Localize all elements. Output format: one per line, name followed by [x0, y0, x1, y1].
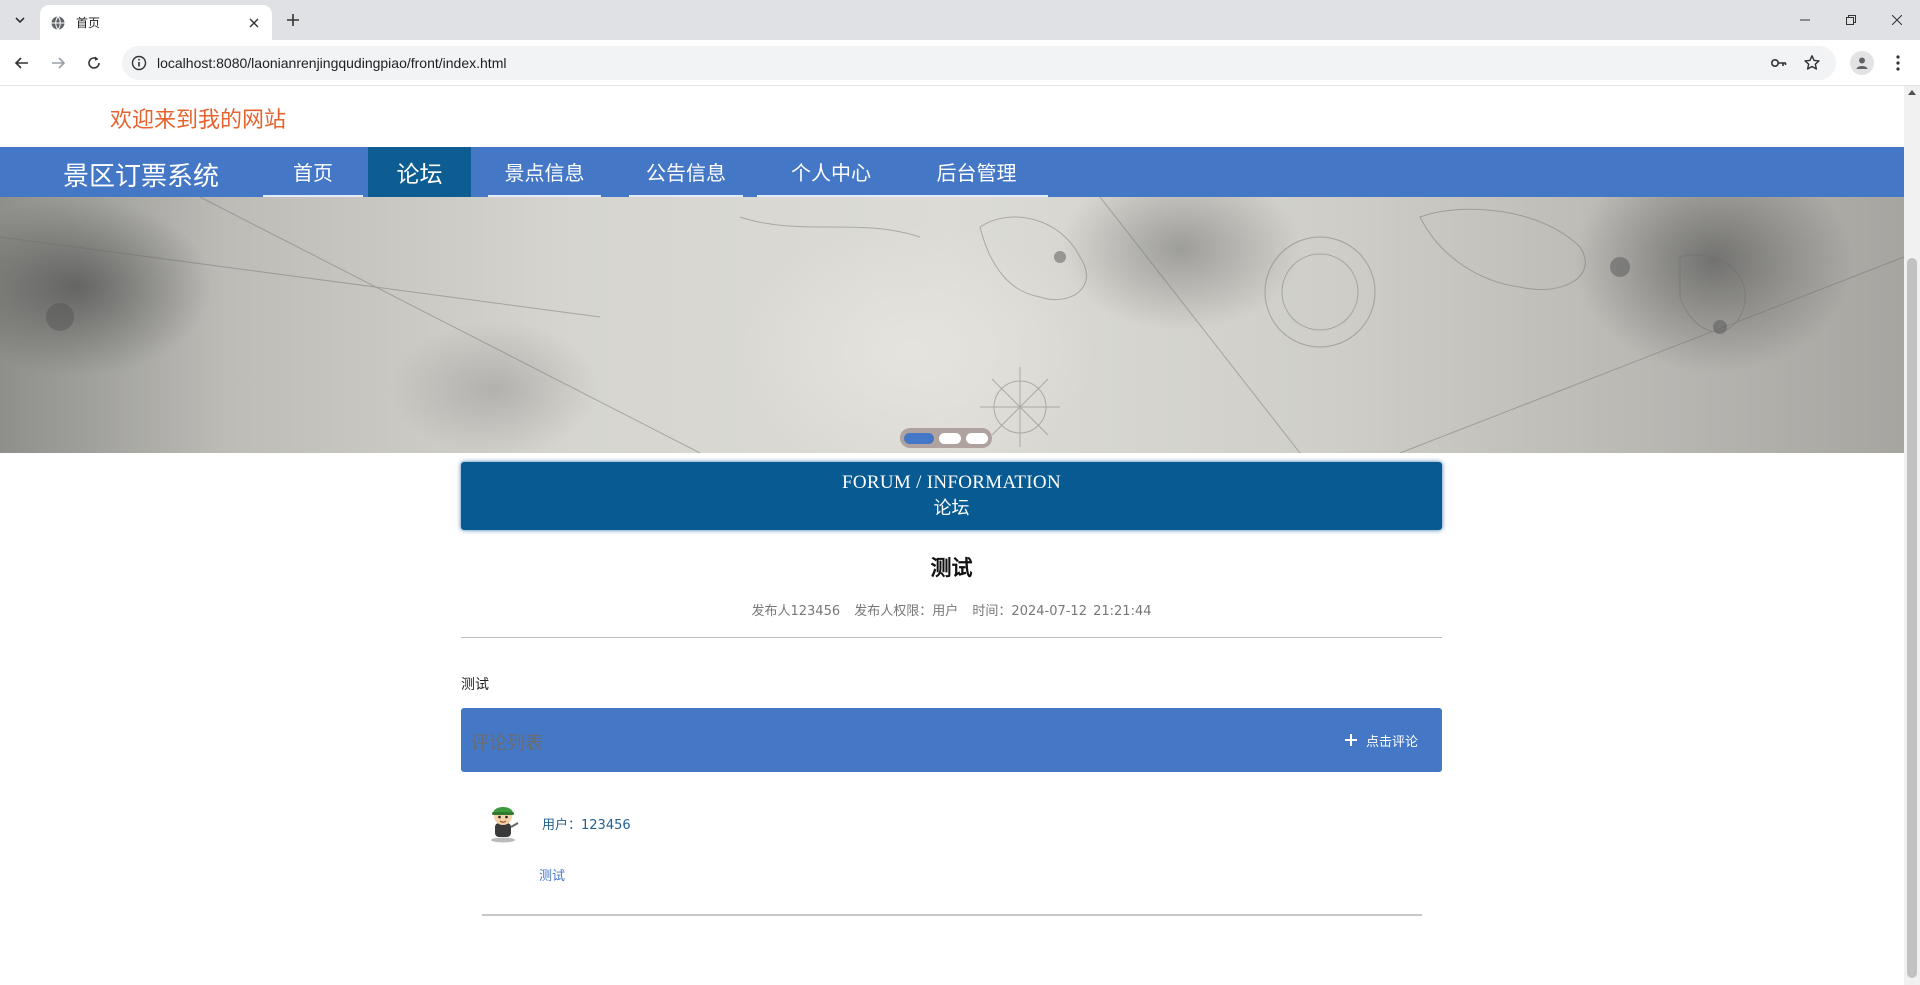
minimize-icon — [1800, 19, 1810, 21]
person-icon — [1856, 57, 1868, 69]
reload-icon — [88, 56, 100, 69]
password-key-icon[interactable] — [1770, 54, 1788, 72]
info-icon[interactable] — [131, 55, 147, 71]
nav-item-announcements[interactable]: 公告信息 — [629, 147, 743, 197]
banner-map-texture — [0, 197, 1904, 453]
post-time: 时间：2024-07-12 21:21:44 — [972, 604, 1152, 619]
section-title-zh: 论坛 — [933, 498, 970, 519]
comment-item: 用户：123456 测试 — [482, 801, 1422, 917]
carousel-banner[interactable] — [0, 197, 1904, 453]
add-comment-button[interactable]: 点击评论 — [1344, 728, 1418, 752]
nav-item-admin[interactable]: 后台管理 — [905, 147, 1048, 197]
chevron-down-icon — [15, 17, 25, 24]
post-content: 测试 — [461, 677, 489, 693]
comment-list-title: 评论列表 — [471, 733, 543, 754]
reload-button[interactable] — [82, 51, 106, 75]
comment-divider — [482, 914, 1422, 916]
browser-menu-button[interactable] — [1886, 51, 1910, 75]
tab-search-button[interactable] — [8, 8, 32, 32]
nav-item-home[interactable]: 首页 — [263, 147, 363, 197]
bookmark-star-icon[interactable] — [1803, 54, 1821, 72]
comment-list-header: 评论列表 点击评论 — [461, 708, 1442, 772]
welcome-text: 欢迎来到我的网站 — [110, 108, 287, 133]
close-tab-icon[interactable] — [246, 15, 262, 31]
profile-button[interactable] — [1850, 51, 1874, 75]
restore-button[interactable] — [1828, 0, 1874, 40]
main-navbar: 景区订票系统 首页 论坛 景点信息 公告信息 个人中心 后台管理 — [0, 147, 1904, 197]
kebab-menu-icon — [1896, 55, 1900, 71]
add-comment-label: 点击评论 — [1365, 734, 1418, 750]
post-author: 发布人123456 — [751, 604, 841, 619]
post-title: 测试 — [930, 556, 973, 580]
comment-user: 用户：123456 — [542, 818, 631, 833]
close-icon — [1892, 15, 1902, 25]
site-brand[interactable]: 景区订票系统 — [63, 156, 219, 193]
close-window-button[interactable] — [1874, 0, 1920, 40]
back-button[interactable] — [10, 51, 34, 75]
globe-icon — [50, 15, 66, 31]
nav-item-personal-center[interactable]: 个人中心 — [757, 147, 905, 197]
nav-item-forum[interactable]: 论坛 — [368, 147, 471, 197]
forward-button[interactable] — [46, 51, 70, 75]
scroll-thumb[interactable] — [1907, 258, 1917, 978]
carousel-dot-3[interactable] — [966, 432, 988, 444]
browser-tab-strip: 首页 — [0, 0, 1920, 40]
scroll-up-arrow[interactable] — [1908, 90, 1916, 95]
post-author-role: 发布人权限：用户 — [854, 604, 959, 619]
new-tab-button[interactable] — [282, 9, 304, 31]
nav-item-attractions[interactable]: 景点信息 — [488, 147, 601, 197]
carousel-dot-1[interactable] — [904, 432, 934, 444]
divider — [461, 637, 1442, 638]
arrow-right-icon — [52, 57, 66, 69]
plus-icon — [1344, 734, 1357, 746]
browser-toolbar: localhost:8080/laonianrenjingqudingpiao/… — [0, 40, 1920, 86]
minimize-button[interactable] — [1782, 0, 1828, 40]
browser-tab[interactable]: 首页 — [40, 5, 272, 40]
plus-icon — [287, 14, 299, 26]
carousel-indicators — [900, 428, 992, 448]
address-bar[interactable]: localhost:8080/laonianrenjingqudingpiao/… — [122, 46, 1836, 80]
section-title-en: FORUM / INFORMATION — [842, 472, 1061, 493]
arrow-left-icon — [14, 57, 28, 69]
carousel-dot-2[interactable] — [939, 432, 961, 444]
section-header: FORUM / INFORMATION 论坛 — [461, 462, 1442, 530]
url-text: localhost:8080/laonianrenjingqudingpiao/… — [157, 55, 507, 71]
window-controls — [1782, 0, 1920, 40]
avatar — [491, 807, 519, 843]
tab-title: 首页 — [76, 16, 101, 30]
page-scrollbar[interactable] — [1904, 86, 1920, 985]
post-meta: 发布人123456 发布人权限：用户 时间：2024-07-12 21:21:4… — [461, 600, 1442, 619]
restore-icon — [1846, 15, 1856, 25]
comment-text: 测试 — [539, 869, 566, 884]
